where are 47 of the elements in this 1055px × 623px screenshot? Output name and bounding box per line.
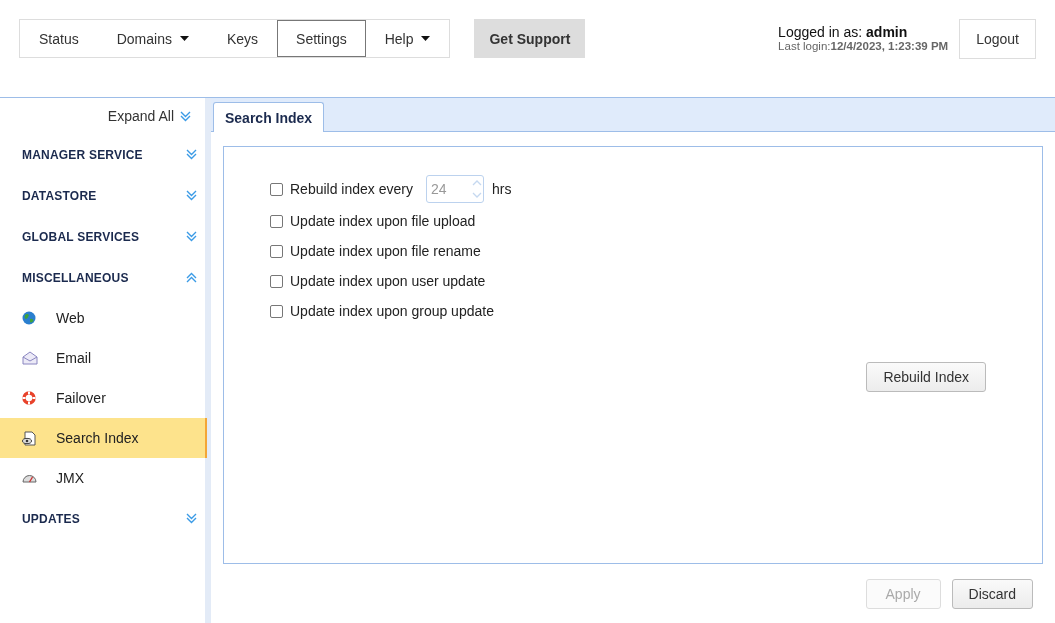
checkbox-label: Update index upon group update (290, 303, 494, 319)
checkbox[interactable] (270, 274, 283, 288)
checkbox-label: Update index upon file rename (290, 243, 481, 259)
get-support-button[interactable]: Get Support (474, 19, 586, 58)
sidebar-item-label: Failover (56, 390, 106, 406)
checkbox[interactable] (270, 214, 283, 228)
checkbox-label: Update index upon file upload (290, 213, 476, 229)
footer-button[interactable]: Discard (951, 579, 1033, 609)
section-header[interactable]: MANAGER SERVICE (22, 147, 143, 162)
checkbox[interactable] (270, 304, 283, 318)
checkbox-label: Rebuild index every (290, 181, 413, 197)
sidebar-item[interactable]: Failover (0, 378, 205, 418)
sidebar-item[interactable]: Web (0, 298, 205, 338)
nav-tab[interactable]: Settings (277, 20, 366, 57)
caret-icon (179, 36, 189, 41)
section-header[interactable]: GLOBAL SERVICES (22, 229, 140, 244)
sidebar-item-label: Search Index (56, 430, 139, 446)
collapse-chevron-icon[interactable] (186, 272, 197, 283)
logged-in-user-text: Logged in as: admin (778, 24, 909, 40)
sidebar-item[interactable]: Search Index (0, 418, 207, 458)
sidebar-item[interactable]: Email (0, 338, 205, 378)
checkbox-label: Update index upon user update (290, 273, 486, 289)
sidebar-item[interactable]: JMX (0, 458, 205, 498)
logout-button[interactable]: Logout (959, 19, 1036, 59)
expand-chevron-icon[interactable] (186, 231, 197, 242)
unit-label: hrs (491, 181, 512, 197)
caret-icon (421, 36, 431, 41)
expand-chevron-icon[interactable] (186, 513, 197, 524)
section-header[interactable]: DATASTORE (22, 188, 97, 203)
gauge-icon (22, 473, 37, 483)
section-header[interactable]: UPDATES (22, 511, 80, 526)
section-header[interactable]: MISCELLANEOUS (22, 270, 129, 285)
envelope-icon (22, 351, 38, 365)
expand-chevron-icon[interactable] (186, 149, 197, 160)
expand-chevron-icon[interactable] (180, 110, 191, 122)
last-login-text: Last login:12/4/2023, 1:23:39 PM (778, 40, 949, 52)
expand-chevron-icon[interactable] (186, 190, 197, 201)
sidebar-item-label: Email (56, 350, 91, 366)
lifebuoy-icon (22, 391, 36, 405)
expand-all-button[interactable]: Expand All (107, 108, 174, 124)
sidebar-item-label: Web (56, 310, 85, 326)
sidebar-item-label: JMX (56, 470, 84, 486)
rebuild-index-button[interactable]: Rebuild Index (866, 362, 986, 392)
globe-icon (22, 311, 36, 325)
document-eye-icon (22, 430, 36, 446)
checkbox[interactable] (270, 244, 283, 258)
tab[interactable]: Search Index (213, 102, 325, 132)
